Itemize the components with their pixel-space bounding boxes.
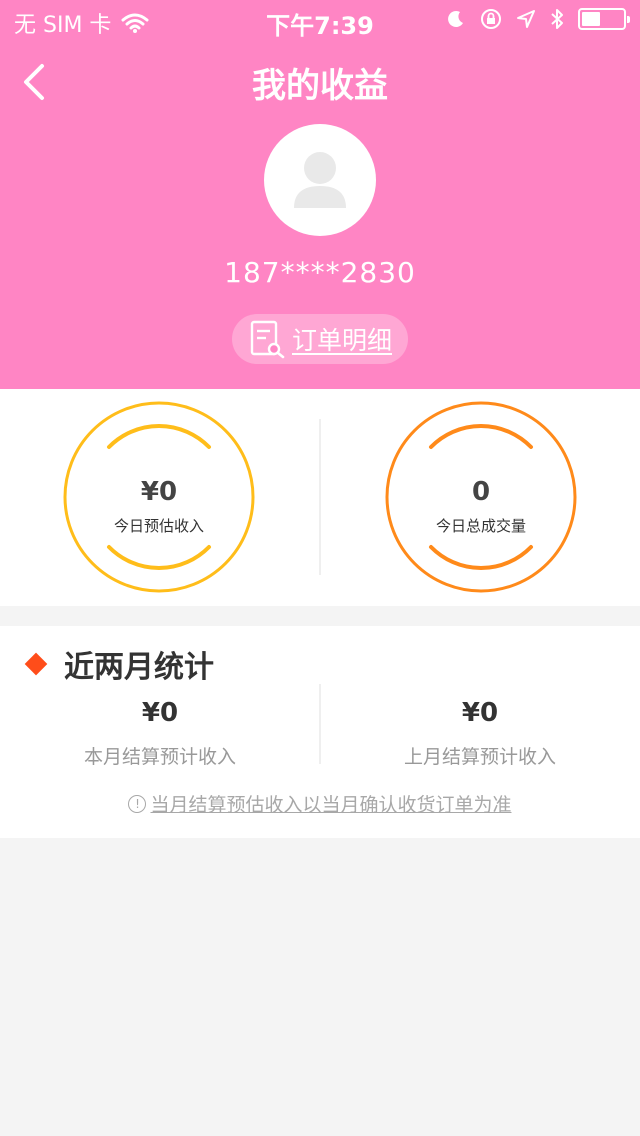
page-title: 我的收益 [252, 66, 388, 106]
settlement-note[interactable]: ! 当月结算预估收入以当月确认收货订单为准 [0, 790, 640, 817]
battery-level [582, 12, 600, 26]
last-month-label: 上月结算预计收入 [403, 746, 556, 768]
this-month-value: ¥0 [141, 698, 179, 728]
avatar[interactable] [264, 124, 376, 236]
status-icons [446, 8, 630, 30]
status-bar: 无 SIM 卡 下午7:39 [0, 0, 640, 40]
this-month-label: 本月结算预计收入 [83, 746, 236, 768]
settlement-note-text: 当月结算预估收入以当月确认收货订单为准 [150, 794, 512, 816]
info-icon: ! [128, 794, 147, 813]
summary-divider [319, 419, 321, 575]
moon-icon [448, 10, 463, 27]
user-placeholder-icon [294, 152, 346, 208]
order-details-button[interactable]: 订单明细 [232, 314, 408, 364]
today-volume-card: 0 今日总成交量 [383, 399, 579, 595]
order-list-icon [250, 320, 285, 359]
today-income-card: ¥0 今日预估收入 [61, 399, 257, 595]
diamond-icon [24, 652, 48, 676]
stats-header: 近两月统计 [24, 642, 214, 686]
today-volume-value: 0 [471, 477, 491, 507]
last-month-stat: ¥0 上月结算预计收入 [320, 698, 640, 769]
two-month-stats: 近两月统计 ¥0 本月结算预计收入 ¥0 上月结算预计收入 ! 当月结算预估收入… [0, 626, 640, 838]
today-income-value: ¥0 [140, 477, 178, 507]
today-summary: ¥0 今日预估收入 0 今日总成交量 [0, 389, 640, 606]
stats-title: 近两月统计 [64, 650, 214, 685]
location-icon [517, 10, 535, 28]
this-month-stat: ¥0 本月结算预计收入 [0, 698, 320, 769]
last-month-value: ¥0 [461, 698, 499, 728]
today-income-label: 今日预估收入 [113, 517, 204, 535]
order-details-label: 订单明细 [291, 326, 392, 355]
bluetooth-icon [551, 9, 563, 29]
user-phone: 187****2830 [224, 256, 416, 289]
profile-header: 无 SIM 卡 下午7:39 我的收益 187****2830 订单明细 [0, 0, 640, 389]
orientation-lock-icon [481, 9, 501, 29]
today-volume-label: 今日总成交量 [435, 517, 526, 535]
battery-icon [578, 8, 630, 30]
